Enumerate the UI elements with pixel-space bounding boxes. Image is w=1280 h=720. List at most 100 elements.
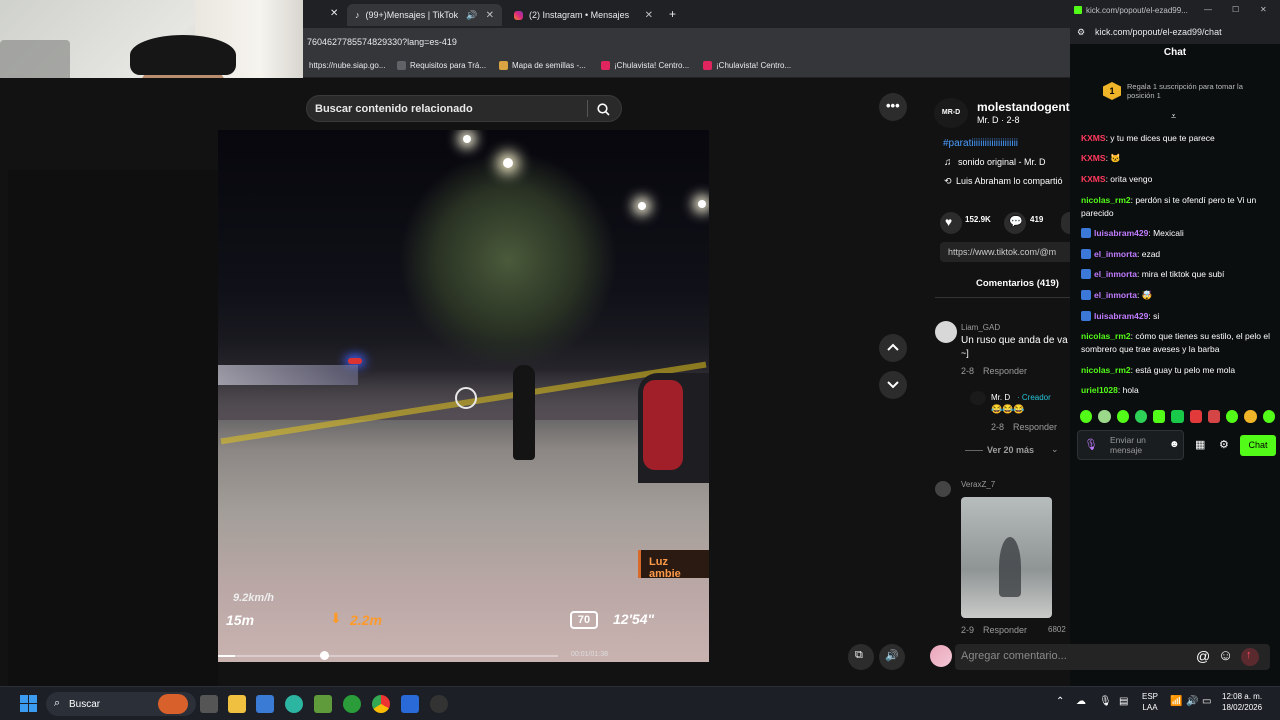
address-bar[interactable]: 7604627785574829330?lang=es-419: [303, 28, 1070, 56]
minecraft-icon[interactable]: [314, 695, 332, 713]
close-tab-icon[interactable]: ✕: [330, 8, 338, 19]
post-comment-button[interactable]: ↑: [1241, 648, 1259, 666]
commenter-avatar[interactable]: [935, 321, 957, 343]
progress-handle[interactable]: [320, 651, 329, 660]
close-tab-icon[interactable]: ✕: [645, 10, 653, 21]
comments-tab[interactable]: Comentarios (419): [976, 278, 1059, 289]
emote-icon: [1244, 410, 1257, 423]
tab-tiktok[interactable]: ♪ (99+)Mensajes | TikTok 🔊 ✕: [347, 4, 502, 26]
comment-image[interactable]: [961, 497, 1052, 618]
file-explorer-icon[interactable]: [228, 695, 246, 713]
search-highlight-icon: [158, 694, 188, 714]
bookmark-item[interactable]: ¡Chulavista! Centro...: [601, 61, 689, 70]
bookmark-item[interactable]: Requisitos para Trá...: [397, 61, 486, 70]
video-player[interactable]: Luz ambie 9.2km/h 15m ⬇ 2.2m 70 12'54" 0…: [218, 130, 709, 662]
windows-start-icon[interactable]: [20, 695, 37, 712]
add-comment-input[interactable]: Agregar comentario...: [955, 644, 1070, 670]
task-view-icon[interactable]: [200, 695, 218, 713]
reply-user[interactable]: Mr. D: [991, 393, 1010, 402]
gift-text[interactable]: Regala 1 suscripción para tomar la posic…: [1127, 82, 1257, 100]
language-indicator[interactable]: ESP LAA: [1142, 691, 1158, 713]
add-comment-placeholder: Agregar comentario...: [961, 650, 1067, 662]
hud-time: 12'54": [613, 611, 655, 627]
speaker-icon[interactable]: 🔊: [466, 10, 477, 21]
chevron-down-icon: ⌄: [1051, 444, 1059, 454]
search-icon[interactable]: [597, 103, 610, 116]
user-avatar[interactable]: [930, 645, 952, 667]
author-avatar[interactable]: MR-D: [934, 98, 968, 128]
mention-icon[interactable]: @: [1196, 648, 1210, 664]
bookmark-item[interactable]: https://nube.siap.go...: [309, 61, 386, 70]
share-url-field[interactable]: https://www.tiktok.com/@m: [940, 242, 1080, 262]
emote-icon: [1116, 410, 1129, 423]
edge-icon[interactable]: [285, 695, 303, 713]
pip-button[interactable]: ⧉: [848, 644, 874, 670]
add-comment-input-tail[interactable]: @ ☺ ↑: [1070, 644, 1270, 670]
reply-button[interactable]: Responder: [1013, 422, 1057, 432]
obs-icon[interactable]: [430, 695, 448, 713]
wifi-icon[interactable]: 📶: [1170, 696, 1182, 707]
comment-date: 2-8: [961, 366, 975, 376]
app-icon[interactable]: [401, 695, 419, 713]
next-video-button[interactable]: [879, 371, 907, 399]
bookmark-item[interactable]: Mapa de semillas -...: [499, 61, 586, 70]
hud-distance: 15m: [226, 612, 255, 628]
minimize-icon[interactable]: —: [1204, 5, 1212, 14]
comment-button[interactable]: 💬: [1004, 212, 1026, 234]
comment-text: Un ruso que anda de va: [961, 335, 1068, 346]
emoji-icon[interactable]: ☺: [1218, 647, 1233, 664]
microphone-icon[interactable]: 🎙: [1084, 438, 1098, 451]
sound-link[interactable]: sonido original - Mr. D: [958, 157, 1046, 167]
view-more-replies[interactable]: Ver 20 más: [987, 445, 1034, 455]
emote-icon: [1080, 410, 1093, 423]
chevron-up-icon: [887, 343, 899, 351]
new-tab-icon[interactable]: +: [669, 7, 676, 21]
close-icon[interactable]: ✕: [1260, 5, 1267, 14]
site-settings-icon[interactable]: ⚙: [1077, 27, 1085, 38]
bookmark-label: ¡Chulavista! Centro...: [614, 61, 690, 70]
volume-button[interactable]: 🔊: [879, 644, 905, 670]
battery-icon[interactable]: ▭: [1202, 696, 1211, 707]
taskbar-search[interactable]: ⌕ Buscar: [46, 692, 196, 716]
comment-user[interactable]: Liam_GAD: [961, 323, 1000, 332]
video-progress-bar[interactable]: 00:01/01:38: [218, 650, 709, 662]
heart-icon: ♥: [945, 215, 953, 229]
more-options-button[interactable]: •••: [879, 93, 907, 121]
bookmark-item[interactable]: ¡Chulavista! Centro...: [703, 61, 791, 70]
speaker-icon: 🔊: [885, 650, 899, 662]
tray-icon[interactable]: ▤: [1119, 696, 1128, 707]
author-name[interactable]: molestandogent: [977, 100, 1070, 114]
close-tab-icon[interactable]: ✕: [486, 10, 494, 21]
comment-user[interactable]: VeraxZ_7: [961, 480, 995, 489]
speaker-icon[interactable]: 🔊: [1186, 696, 1198, 707]
pinned-collapse-icon[interactable]: ⩡: [1171, 111, 1176, 122]
creator-badge: · Creador: [1017, 393, 1051, 402]
clock[interactable]: 12:08 a. m. 18/02/2026: [1222, 691, 1262, 713]
send-message-input[interactable]: 🎙 Enviar un mensaje ☻: [1077, 430, 1184, 460]
maximize-icon[interactable]: ☐: [1232, 5, 1239, 14]
xbox-icon[interactable]: [343, 695, 361, 713]
previous-video-button[interactable]: [879, 334, 907, 362]
emoji-icon[interactable]: ☻: [1169, 439, 1180, 450]
store-icon[interactable]: ▦: [1195, 438, 1205, 451]
gear-icon[interactable]: ⚙: [1219, 438, 1229, 451]
hashtag-link[interactable]: #paratiiiiiiiiiiiiiiiiiiiii: [943, 138, 1018, 149]
tab-instagram[interactable]: (2) Instagram • Mensajes ✕: [506, 4, 661, 26]
commenter-avatar[interactable]: [935, 481, 951, 497]
url-text: 7604627785574829330?lang=es-419: [307, 37, 457, 47]
chevron-up-icon[interactable]: ⌃: [1056, 696, 1064, 707]
cloud-icon[interactable]: ☁: [1076, 696, 1086, 707]
reply-button[interactable]: Responder: [983, 625, 1027, 635]
gift-badge: 1: [1103, 82, 1121, 100]
chat-send-button[interactable]: Chat: [1240, 435, 1276, 456]
search-input[interactable]: Buscar contenido relacionado: [306, 95, 622, 122]
microphone-icon[interactable]: 🎙: [1099, 696, 1112, 707]
store-icon[interactable]: [256, 695, 274, 713]
creator-avatar[interactable]: [970, 391, 986, 405]
like-button[interactable]: ♥: [940, 212, 962, 234]
badge-icon: [1081, 311, 1091, 321]
emote-bar[interactable]: [1080, 410, 1275, 424]
bookmark-button[interactable]: [1061, 212, 1070, 234]
chrome-icon[interactable]: [372, 695, 390, 713]
reply-button[interactable]: Responder: [983, 366, 1027, 376]
